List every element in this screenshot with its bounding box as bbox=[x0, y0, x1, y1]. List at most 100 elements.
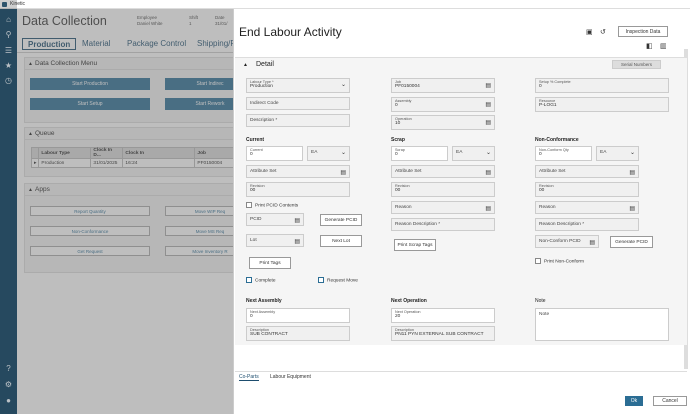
next-operation-field[interactable]: Next Operation 20 bbox=[391, 308, 495, 323]
revision-value: 00 bbox=[395, 188, 401, 193]
document-icon[interactable]: ▤ bbox=[294, 217, 300, 224]
complete-checkbox[interactable]: Complete bbox=[246, 277, 276, 284]
print-nonconform-checkbox[interactable]: Print Non-Conform bbox=[535, 258, 584, 265]
next-operation-value: 20 bbox=[395, 314, 401, 319]
next-assembly-heading: Next Assembly bbox=[246, 298, 282, 304]
pcid-field[interactable]: PCID ▤ bbox=[246, 213, 304, 226]
nonconf-uom-select[interactable]: EA ⌄ bbox=[596, 146, 639, 161]
attribute-set-label: Attribute Set bbox=[539, 169, 566, 174]
title-bar: Kinetic bbox=[0, 0, 690, 9]
description-value: SUB CONTRACT bbox=[250, 332, 288, 337]
print-scrap-tags-button[interactable]: Print Scrap Tags bbox=[394, 239, 436, 251]
nonconf-qty-field[interactable]: Non-Conform Qty 0 bbox=[535, 146, 592, 161]
assembly-value: 0 bbox=[395, 103, 398, 108]
nonconf-pcid-field[interactable]: Non-Conform PCID ▤ bbox=[535, 235, 599, 248]
request-move-checkbox[interactable]: Request Move bbox=[318, 277, 358, 284]
nonconf-reason-description-field[interactable]: Reason Description * bbox=[535, 218, 639, 231]
layout-icon[interactable]: ◧ bbox=[646, 42, 653, 50]
serial-numbers-button[interactable]: Serial Numbers bbox=[612, 60, 661, 69]
detail-title: Detail bbox=[256, 61, 274, 68]
document-icon[interactable]: ▤ bbox=[485, 119, 491, 126]
scrap-heading: Scrap bbox=[391, 137, 405, 143]
scrap-uom-select[interactable]: EA ⌄ bbox=[452, 146, 495, 161]
bottom-tabs: Co-Parts Labour Equipment bbox=[235, 371, 687, 383]
document-icon[interactable]: ▤ bbox=[485, 101, 491, 108]
document-icon[interactable]: ▤ bbox=[340, 169, 346, 176]
attribute-set-label: Attribute Set bbox=[395, 169, 422, 174]
current-qty-value: 0 bbox=[250, 152, 253, 157]
indirect-code-label: Indirect Code bbox=[250, 101, 279, 106]
nonconf-reason-field[interactable]: Reason ▤ bbox=[535, 201, 639, 214]
attribute-set-label: Attribute Set bbox=[250, 169, 277, 174]
next-assembly-value: 0 bbox=[250, 314, 253, 319]
nonconf-uom-value: EA bbox=[600, 150, 607, 155]
checkbox-box bbox=[246, 202, 252, 208]
chevron-down-icon: ⌄ bbox=[340, 150, 346, 156]
document-icon[interactable]: ▤ bbox=[485, 205, 491, 212]
checkbox-box bbox=[318, 277, 324, 283]
next-operation-heading: Next Operation bbox=[391, 298, 427, 304]
document-icon[interactable]: ▤ bbox=[589, 239, 595, 246]
note-heading: Note bbox=[535, 298, 546, 304]
job-field[interactable]: Job PF0150004 ▤ bbox=[391, 78, 495, 93]
current-uom-select[interactable]: EA ⌄ bbox=[307, 146, 350, 161]
print-pcid-checkbox[interactable]: Print PCID Contents bbox=[246, 202, 298, 209]
lot-field[interactable]: Lot ▤ bbox=[246, 234, 304, 247]
current-qty-field[interactable]: Current 0 bbox=[246, 146, 303, 161]
chevron-down-icon: ⌄ bbox=[629, 150, 635, 156]
tab-co-parts[interactable]: Co-Parts bbox=[239, 374, 259, 381]
nav-overlay bbox=[0, 0, 17, 414]
current-heading: Current bbox=[246, 137, 265, 143]
current-attribute-set-field[interactable]: Attribute Set ▤ bbox=[246, 165, 350, 178]
document-icon[interactable]: ▤ bbox=[485, 169, 491, 176]
document-icon[interactable]: ▤ bbox=[294, 238, 300, 245]
generate-pcid-button[interactable]: Generate PCID bbox=[320, 214, 362, 226]
labour-type-select[interactable]: Labour Type * Production ⌄ bbox=[246, 78, 350, 93]
scrap-qty-value: 0 bbox=[395, 152, 398, 157]
save-icon[interactable]: ▣ bbox=[586, 28, 593, 36]
description-field[interactable]: Description * bbox=[246, 114, 350, 127]
nonconf-revision-field[interactable]: Revision 00 bbox=[535, 182, 639, 197]
reason-label: Reason bbox=[395, 205, 412, 210]
lot-label: Lot bbox=[250, 238, 257, 243]
inspection-data-button[interactable]: Inspection Data bbox=[618, 26, 668, 37]
nonconf-pcid-label: Non-Conform PCID bbox=[539, 239, 581, 244]
scrap-reason-description-field[interactable]: Reason Description * bbox=[391, 218, 495, 231]
tab-labour-equipment[interactable]: Labour Equipment bbox=[270, 374, 311, 380]
nonconf-attribute-set-field[interactable]: Attribute Set ▤ bbox=[535, 165, 639, 178]
note-textarea[interactable]: Note bbox=[535, 308, 669, 341]
next-assembly-field[interactable]: Next Assembly 0 bbox=[246, 308, 350, 323]
print-pcid-label: Print PCID Contents bbox=[255, 203, 299, 209]
document-icon[interactable]: ▤ bbox=[485, 82, 491, 89]
scrap-qty-field[interactable]: Scrap 0 bbox=[391, 146, 448, 161]
document-icon[interactable]: ▤ bbox=[629, 169, 635, 176]
complete-label: Complete bbox=[255, 278, 276, 284]
scrap-revision-field[interactable]: Revision 00 bbox=[391, 182, 495, 197]
nonconf-qty-value: 0 bbox=[539, 152, 542, 157]
document-icon[interactable]: ▤ bbox=[629, 205, 635, 212]
print-tags-button[interactable]: Print Tags bbox=[249, 257, 291, 269]
scrap-uom-value: EA bbox=[456, 150, 463, 155]
scrap-attribute-set-field[interactable]: Attribute Set ▤ bbox=[391, 165, 495, 178]
current-revision-field[interactable]: Revision 00 bbox=[246, 182, 350, 197]
resource-field[interactable]: Resource P-LOG1 bbox=[535, 97, 669, 112]
end-labour-activity-panel: End Labour Activity ▣ ↺ Inspection Data … bbox=[233, 9, 690, 414]
panel-title: End Labour Activity bbox=[239, 25, 342, 39]
nonconf-generate-pcid-button[interactable]: Generate PCID bbox=[610, 236, 653, 248]
setup-complete-value: 0 bbox=[539, 84, 542, 89]
undo-icon[interactable]: ↺ bbox=[600, 28, 606, 36]
next-assembly-description: Description SUB CONTRACT bbox=[246, 326, 350, 341]
checkbox-box bbox=[246, 277, 252, 283]
columns-icon[interactable]: ▥ bbox=[660, 42, 667, 50]
next-lot-button[interactable]: Next Lot bbox=[320, 235, 362, 247]
setup-complete-field[interactable]: Setup % Complete 0 bbox=[535, 78, 669, 93]
chevron-up-icon[interactable]: ▲ bbox=[243, 58, 248, 72]
assembly-field[interactable]: Assembly 0 ▤ bbox=[391, 97, 495, 112]
indirect-code-field[interactable]: Indirect Code bbox=[246, 97, 350, 110]
operation-field[interactable]: Operation 10 ▤ bbox=[391, 115, 495, 130]
resource-value: P-LOG1 bbox=[539, 103, 557, 108]
cancel-button[interactable]: Cancel bbox=[653, 396, 687, 406]
detail-section: ▲ Detail Serial Numbers Labour Type * Prod… bbox=[235, 57, 687, 345]
ok-button[interactable]: Ok bbox=[625, 396, 643, 406]
scrap-reason-field[interactable]: Reason ▤ bbox=[391, 201, 495, 214]
